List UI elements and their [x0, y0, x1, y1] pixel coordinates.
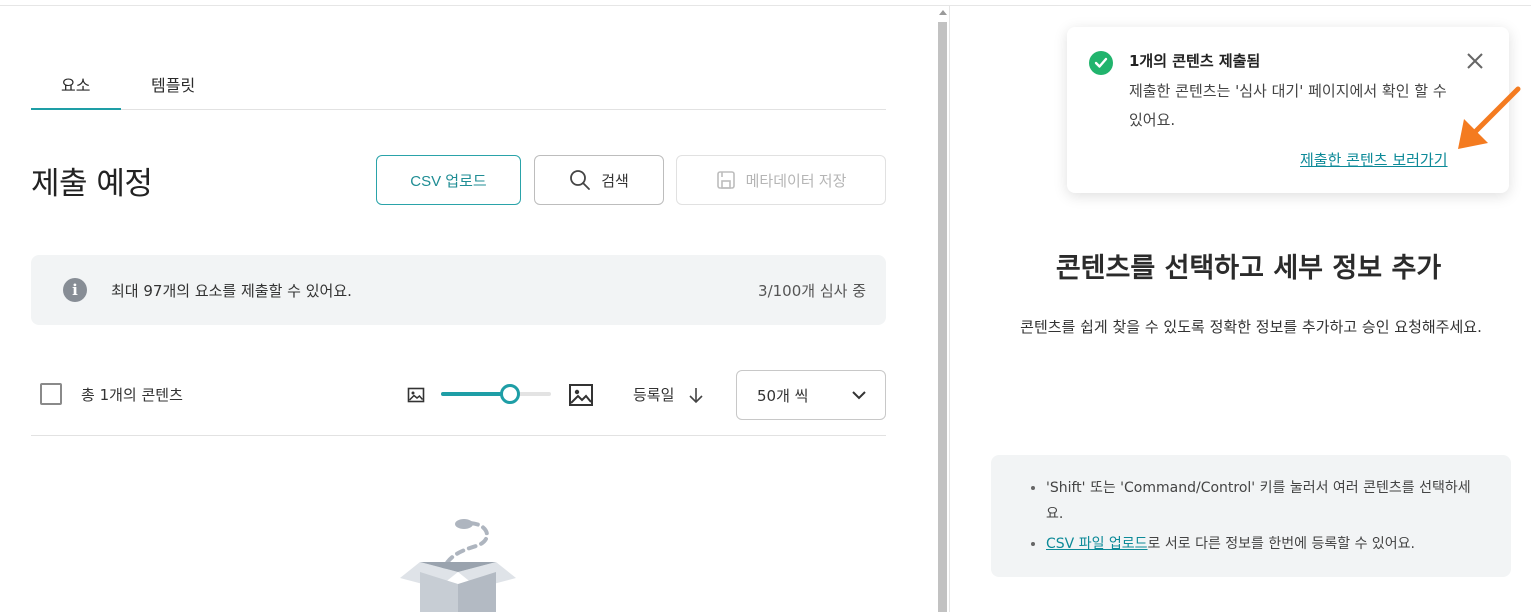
save-metadata-label: 메타데이터 저장 — [745, 172, 847, 190]
content-toolbar: 총 1개의 콘텐츠 등록일 50개 씩 — [31, 370, 886, 436]
total-count-label: 총 1개의 콘텐츠 — [81, 386, 183, 404]
close-icon[interactable] — [1465, 51, 1485, 71]
save-icon — [716, 171, 735, 189]
toast-body: 제출한 콘텐츠는 '심사 대기' 페이지에서 확인 할 수 있어요. — [1129, 82, 1447, 129]
toast-title: 1개의 콘텐츠 제출됨 — [1129, 52, 1261, 70]
info-icon: i — [63, 278, 87, 302]
slider-thumb[interactable] — [500, 384, 521, 404]
submission-toast: 1개의 콘텐츠 제출됨 제출한 콘텐츠는 '심사 대기' 페이지에서 확인 할 … — [1067, 27, 1509, 193]
search-label: 검색 — [601, 172, 629, 190]
thumbnail-size-slider[interactable] — [441, 384, 551, 404]
review-count: 3/100개 심사 중 — [758, 282, 866, 300]
scroll-up-arrow[interactable] — [939, 10, 947, 15]
small-thumbnail-icon[interactable] — [407, 386, 425, 404]
chevron-down-icon — [852, 391, 866, 400]
tip-csv-text: 로 서로 다른 정보를 한번에 등록할 수 있어요. — [1147, 536, 1415, 552]
tips-box: 'Shift' 또는 'Command/Control' 키를 눌러서 여러 콘… — [991, 455, 1511, 577]
tab-bar: 요소 템플릿 — [31, 64, 886, 110]
csv-upload-label: CSV 업로드 — [410, 172, 487, 190]
csv-upload-button[interactable]: CSV 업로드 — [376, 155, 521, 205]
details-title: 콘텐츠를 선택하고 세부 정보 추가 — [1055, 253, 1442, 284]
select-all-checkbox[interactable] — [40, 383, 62, 405]
tab-templates[interactable]: 템플릿 — [151, 72, 195, 96]
tip-csv-upload: CSV 파일 업로드로 서로 다른 정보를 한번에 등록할 수 있어요. — [1046, 531, 1481, 557]
vertical-scrollbar[interactable] — [936, 6, 950, 612]
search-button[interactable]: 검색 — [534, 155, 664, 205]
tab-elements[interactable]: 요소 — [61, 72, 90, 96]
details-description: 콘텐츠를 쉽게 찾을 수 있도록 정확한 정보를 추가하고 승인 요청해주세요. — [1020, 318, 1482, 336]
annotation-arrow-icon — [1458, 86, 1521, 149]
tip-multi-select-text: 'Shift' 또는 'Command/Control' 키를 눌러서 여러 콘… — [1046, 480, 1471, 522]
large-thumbnail-icon[interactable] — [568, 382, 594, 408]
sort-control[interactable]: 등록일 — [633, 384, 704, 405]
view-submitted-link[interactable]: 제출한 콘텐츠 보러가기 — [1300, 149, 1448, 170]
check-circle-icon — [1089, 51, 1113, 75]
save-metadata-button[interactable]: 메타데이터 저장 — [676, 155, 886, 205]
search-icon — [570, 170, 591, 190]
csv-file-upload-link[interactable]: CSV 파일 업로드 — [1046, 536, 1148, 552]
per-page-value: 50개 씩 — [757, 386, 809, 405]
page-title: 제출 예정 — [31, 166, 153, 202]
active-tab-indicator — [31, 108, 121, 110]
per-page-select[interactable]: 50개 씩 — [736, 370, 886, 420]
arrow-down-icon — [689, 387, 703, 403]
empty-box-illustration — [400, 519, 516, 612]
tip-multi-select: 'Shift' 또는 'Command/Control' 키를 눌러서 여러 콘… — [1046, 475, 1481, 527]
sort-label: 등록일 — [633, 386, 675, 404]
info-text: 최대 97개의 요소를 제출할 수 있어요. — [111, 282, 352, 300]
scrollbar-thumb[interactable] — [938, 22, 947, 612]
info-banner: i 최대 97개의 요소를 제출할 수 있어요. 3/100개 심사 중 — [31, 255, 886, 325]
